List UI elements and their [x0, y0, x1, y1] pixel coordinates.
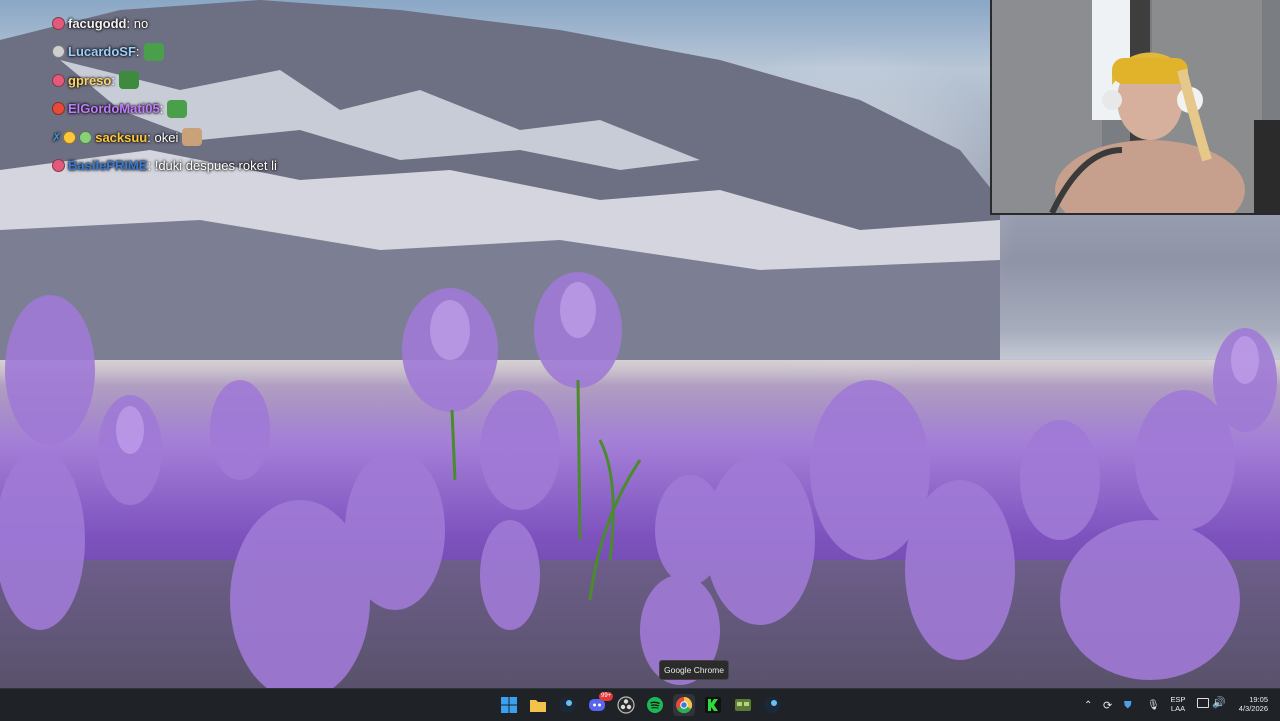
chevron-up-icon[interactable]: ⌃: [1084, 700, 1092, 711]
chat-username: ElGordoMati05: [68, 101, 160, 117]
keyboard-layout: LAA: [1170, 704, 1186, 713]
discord-notification-badge: 99+: [599, 692, 614, 701]
chat-username: BasilePRIME: [68, 158, 148, 174]
chat-username: facugodd: [68, 15, 127, 31]
chat-badge-icon: [63, 130, 77, 144]
chat-badge-icon: [52, 102, 65, 116]
steam-icon[interactable]: [556, 694, 578, 716]
chat-message: gpreso :: [52, 66, 472, 95]
display-icon[interactable]: [1197, 698, 1209, 708]
chat-username: LucardoSF: [68, 44, 136, 60]
spotify-icon[interactable]: [644, 694, 666, 716]
discord-icon[interactable]: 99+: [586, 692, 614, 716]
chrome-icon[interactable]: [673, 694, 695, 716]
steam-icon-2[interactable]: [761, 694, 783, 716]
chat-username: sacksuu: [95, 129, 148, 145]
stream-chat: facugodd : no LucardoSF : gpreso : ElGor…: [52, 9, 472, 180]
chat-message: ElGordoMati05 :: [52, 95, 472, 124]
chat-message: LucardoSF :: [52, 38, 472, 67]
chat-badge-icon: [52, 45, 65, 59]
file-explorer-icon[interactable]: [527, 694, 549, 716]
chat-badge-icon: [79, 130, 93, 144]
chat-message: facugodd : no: [52, 9, 472, 38]
sword-badge-icon: ✗: [52, 131, 62, 144]
chat-message: BasilePRIME : !duki despues roket li: [52, 152, 472, 181]
taskbar: 99+ ⌃ ⟳ ⛊ 🎙 ESP LAA 🔊 19:05 4/3/2026: [0, 688, 1280, 721]
language-code: ESP: [1170, 695, 1186, 704]
chat-text: !duki despues roket li: [154, 158, 277, 174]
green-app-icon[interactable]: [732, 694, 754, 716]
clock-time: 19:05: [1249, 695, 1268, 704]
pepe-emote-icon: [167, 99, 188, 118]
language-indicator[interactable]: ESP LAA: [1168, 695, 1188, 713]
webcam-overlay: [990, 0, 1280, 215]
cat-emote-icon: [182, 128, 203, 147]
chat-text: no: [133, 15, 149, 31]
kick-icon[interactable]: [702, 694, 724, 716]
microphone-icon[interactable]: 🎙: [1147, 700, 1160, 711]
chat-username: gpreso: [68, 72, 112, 88]
clock-date: 4/3/2026: [1238, 704, 1268, 713]
pepe-emote-icon: [143, 42, 164, 61]
sync-icon[interactable]: ⟳: [1103, 699, 1112, 712]
chat-text: okei: [154, 129, 179, 145]
clock[interactable]: 19:05 4/3/2026: [1230, 695, 1268, 713]
chat-badge-icon: [52, 159, 65, 173]
defender-shield-icon[interactable]: ⛊: [1124, 700, 1132, 711]
chat-badge-icon: [52, 73, 65, 87]
streamer-cam-image: [992, 0, 1280, 213]
taskbar-tooltip: Google Chrome: [659, 660, 729, 680]
pepe-emote-icon: [118, 71, 139, 90]
chat-badge-icon: [52, 16, 65, 30]
chat-message: ✗ sacksuu : okei: [52, 123, 472, 152]
volume-icon[interactable]: 🔊: [1212, 696, 1226, 709]
obs-icon[interactable]: [615, 694, 637, 716]
windows-start-icon[interactable]: [498, 694, 520, 716]
